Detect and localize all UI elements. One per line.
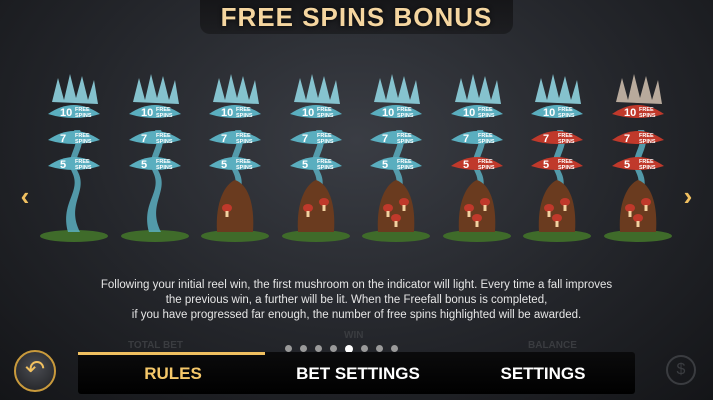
bottom-menu: RULES BET SETTINGS SETTINGS: [78, 352, 635, 394]
rules-description: Following your initial reel win, the fir…: [60, 278, 653, 323]
free-spins-label: SPINS: [397, 165, 414, 171]
free-spins-label: SPINS: [75, 113, 92, 119]
description-line: Following your initial reel win, the fir…: [100, 279, 613, 291]
tab-rules[interactable]: RULES: [128, 364, 218, 384]
free-spins-label: SPINS: [478, 165, 495, 171]
free-spins-number: 10: [60, 107, 72, 119]
balance-label: BALANCE: [528, 340, 577, 351]
free-spins-label: SPINS: [639, 113, 656, 119]
free-spins-number: 7: [141, 133, 147, 145]
free-spins-label: SPINS: [558, 139, 575, 145]
free-spins-number: 5: [382, 159, 388, 171]
free-spins-number: 5: [141, 159, 147, 171]
free-spins-label: SPINS: [75, 139, 92, 145]
free-spins-label: SPINS: [156, 113, 173, 119]
free-spins-label: SPINS: [639, 139, 656, 145]
indicator-stage: 10 FREE SPINS 7 FREE SPINS 5 FREE SPINS: [602, 72, 674, 244]
tab-settings[interactable]: SETTINGS: [483, 364, 603, 384]
free-spins-number: 5: [221, 159, 227, 171]
free-spins-label: SPINS: [478, 113, 495, 119]
free-spins-label: SPINS: [75, 165, 92, 171]
back-button[interactable]: ↶: [14, 350, 56, 392]
free-spins-number: 10: [624, 107, 636, 119]
indicator-stage: 10 FREE SPINS 7 FREE SPINS 5 FREE SPINS: [360, 72, 432, 244]
free-spins-label: SPINS: [558, 113, 575, 119]
free-spins-label: SPINS: [156, 165, 173, 171]
free-spins-number: 5: [60, 159, 66, 171]
free-spins-number: 10: [543, 107, 555, 119]
chevron-right-icon[interactable]: ›: [677, 183, 699, 209]
free-spins-label: SPINS: [236, 139, 253, 145]
free-spins-number: 7: [543, 133, 549, 145]
description-line: if you have progressed far enough, the n…: [131, 309, 582, 321]
free-spins-number: 5: [463, 159, 469, 171]
free-spins-number: 10: [141, 107, 153, 119]
indicator-stage: 10 FREE SPINS 7 FREE SPINS 5 FREE SPINS: [521, 72, 593, 244]
free-spins-number: 7: [221, 133, 227, 145]
back-arrow-icon: ↶: [24, 356, 46, 383]
free-spins-number: 10: [302, 107, 314, 119]
coin-icon[interactable]: $: [666, 355, 696, 385]
free-spins-label: SPINS: [317, 139, 334, 145]
free-spins-number: 7: [382, 133, 388, 145]
indicator-stage: 10 FREE SPINS 7 FREE SPINS 5 FREE SPINS: [199, 72, 271, 244]
total-bet-label: TOTAL BET: [128, 340, 183, 351]
free-spins-number: 7: [624, 133, 630, 145]
free-spins-label: SPINS: [397, 113, 414, 119]
page-dots: [285, 340, 406, 353]
free-spins-number: 10: [221, 107, 233, 119]
free-spins-number: 10: [382, 107, 394, 119]
indicator-stage: 10 FREE SPINS 7 FREE SPINS 5 FREE SPINS: [280, 72, 352, 244]
free-spins-label: SPINS: [317, 165, 334, 171]
free-spins-number: 7: [60, 133, 66, 145]
indicator-stage: 10 FREE SPINS 7 FREE SPINS 5 FREE SPINS: [441, 72, 513, 244]
free-spins-label: SPINS: [156, 139, 173, 145]
free-spins-label: SPINS: [397, 139, 414, 145]
free-spins-number: 7: [302, 133, 308, 145]
mushroom-indicator-stages: 10 FREE SPINS 7 FREE SPINS 5 FREE SPINS 10 FREE SPI…: [38, 72, 678, 247]
free-spins-number: 5: [543, 159, 549, 171]
free-spins-label: SPINS: [639, 165, 656, 171]
indicator-stage: 10 FREE SPINS 7 FREE SPINS 5 FREE SPINS: [38, 72, 110, 244]
free-spins-number: 7: [463, 133, 469, 145]
free-spins-label: SPINS: [236, 113, 253, 119]
chevron-left-icon[interactable]: ‹: [14, 183, 36, 209]
free-spins-number: 10: [463, 107, 475, 119]
indicator-stage: 10 FREE SPINS 7 FREE SPINS 5 FREE SPINS: [119, 72, 191, 244]
free-spins-number: 5: [624, 159, 630, 171]
description-line: the previous win, a further will be lit.…: [165, 294, 548, 306]
tab-bet-settings[interactable]: BET SETTINGS: [283, 364, 433, 384]
free-spins-label: SPINS: [478, 139, 495, 145]
active-tab-indicator: [78, 352, 265, 355]
free-spins-label: SPINS: [558, 165, 575, 171]
free-spins-label: SPINS: [236, 165, 253, 171]
page-title: FREE SPINS BONUS: [220, 2, 493, 32]
free-spins-label: SPINS: [317, 113, 334, 119]
free-spins-number: 5: [302, 159, 308, 171]
